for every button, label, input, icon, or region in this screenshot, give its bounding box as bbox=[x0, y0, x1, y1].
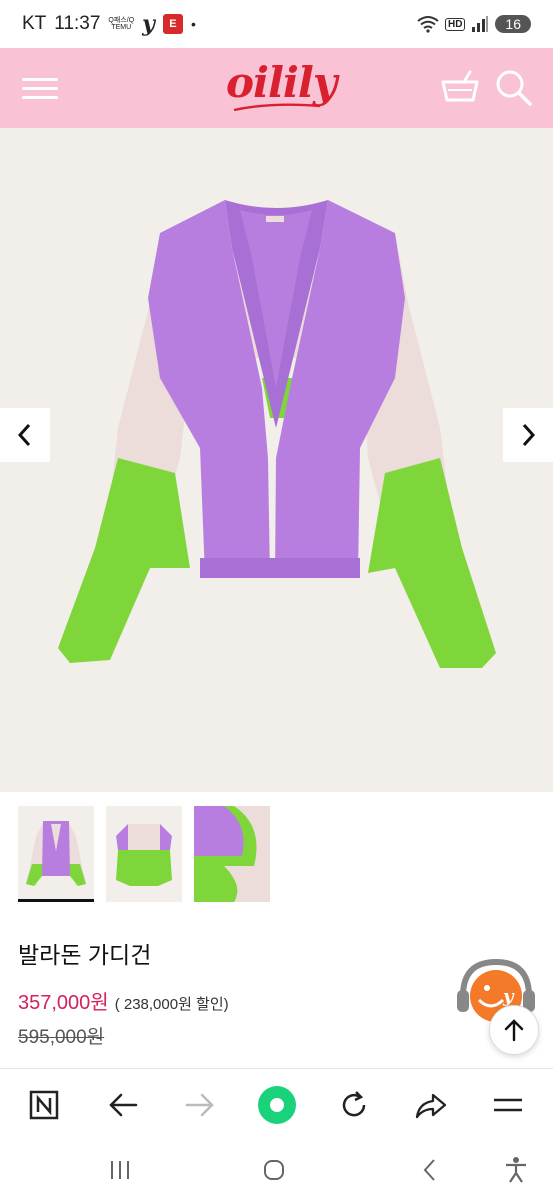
signal-icon bbox=[472, 16, 489, 32]
gallery-next-button[interactable] bbox=[503, 408, 553, 462]
back-icon[interactable] bbox=[410, 1154, 450, 1186]
search-icon[interactable] bbox=[494, 68, 534, 108]
qpass-temu-icon: Q패스/Q TEMU bbox=[108, 17, 134, 31]
chevron-right-icon bbox=[522, 423, 536, 447]
thumbnail-back[interactable] bbox=[106, 806, 182, 902]
accessibility-icon[interactable] bbox=[496, 1154, 536, 1186]
forward-arrow-icon[interactable] bbox=[180, 1085, 220, 1125]
mini-app-bottom: TEMU bbox=[111, 24, 132, 31]
wifi-icon bbox=[417, 16, 439, 33]
scroll-to-top-button[interactable] bbox=[489, 1005, 539, 1055]
clock: 11:37 bbox=[54, 13, 101, 34]
basket-icon[interactable] bbox=[440, 68, 480, 108]
battery-badge: 16 bbox=[495, 15, 531, 33]
notification-dot-icon: • bbox=[190, 16, 196, 32]
cardigan-image bbox=[58, 200, 496, 668]
thumbnail-strip bbox=[0, 792, 553, 910]
back-arrow-icon[interactable] bbox=[103, 1085, 143, 1125]
reload-icon[interactable] bbox=[334, 1085, 374, 1125]
gallery-prev-button[interactable] bbox=[0, 408, 50, 462]
product-name: 발라돈 가디건 bbox=[18, 942, 152, 968]
status-bar: KT 11:37 Q패스/Q TEMU y E • HD 16 bbox=[0, 0, 553, 48]
n-menu-icon[interactable] bbox=[24, 1085, 64, 1125]
e-app-icon: E bbox=[162, 14, 183, 34]
hamburger-icon[interactable] bbox=[22, 78, 60, 100]
home-icon[interactable] bbox=[254, 1154, 294, 1186]
status-right: HD 16 bbox=[417, 15, 531, 33]
product-image-carousel[interactable] bbox=[0, 128, 553, 792]
browser-toolbar bbox=[0, 1068, 553, 1140]
site-header: oilily bbox=[0, 48, 553, 128]
arrow-up-icon bbox=[504, 1019, 524, 1042]
thumbnail-detail[interactable] bbox=[194, 806, 270, 902]
sale-price: 357,000원 bbox=[18, 992, 109, 1014]
y-app-icon: y bbox=[142, 11, 155, 37]
discount-note: ( 238,000원 할인) bbox=[114, 996, 229, 1013]
recents-icon[interactable] bbox=[100, 1154, 140, 1186]
logo-swoosh bbox=[233, 103, 321, 112]
status-left: KT 11:37 Q패스/Q TEMU y E • bbox=[22, 11, 196, 37]
svg-text:y: y bbox=[502, 986, 515, 1007]
chevron-left-icon bbox=[17, 423, 31, 447]
thumbnail-front[interactable] bbox=[18, 806, 94, 902]
mini-app-top: Q패스/Q bbox=[108, 17, 135, 24]
system-nav-bar bbox=[0, 1140, 553, 1200]
carrier-label: KT bbox=[22, 13, 47, 34]
price-row: 357,000원 ( 238,000원 할인) bbox=[18, 986, 229, 1015]
hd-badge: HD bbox=[444, 17, 466, 31]
thumbnail-active-indicator bbox=[18, 899, 94, 902]
home-green-icon[interactable] bbox=[257, 1085, 297, 1125]
share-icon[interactable] bbox=[411, 1085, 451, 1125]
original-price: 595,000원 bbox=[18, 1027, 105, 1048]
more-menu-icon[interactable] bbox=[488, 1085, 528, 1125]
